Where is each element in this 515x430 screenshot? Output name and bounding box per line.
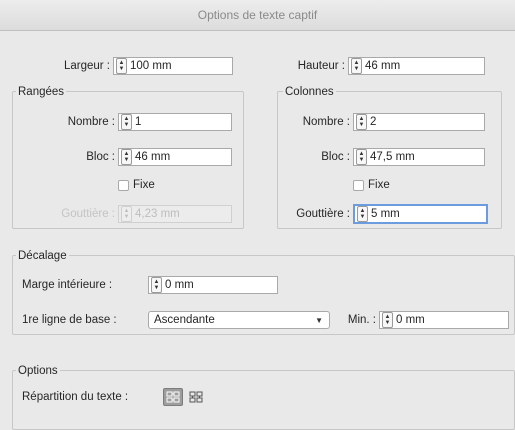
text-flow-by-rows-icon bbox=[166, 391, 180, 403]
stepper-icon[interactable]: ▲ ▼ bbox=[116, 58, 127, 74]
rows-block-field[interactable]: ▲ ▼ 46 mm bbox=[118, 148, 232, 166]
stepper-icon[interactable]: ▲ ▼ bbox=[356, 114, 367, 130]
rows-fixed-label: Fixe bbox=[133, 179, 155, 191]
width-field[interactable]: ▲ ▼ 100 mm bbox=[113, 57, 233, 75]
rows-block-label: Bloc : bbox=[86, 151, 115, 163]
stepper-icon[interactable]: ▲ ▼ bbox=[121, 206, 132, 222]
dialog-title: Options de texte captif bbox=[0, 0, 515, 31]
stepper-icon[interactable]: ▲ ▼ bbox=[121, 149, 132, 165]
stepper-icon[interactable]: ▲ ▼ bbox=[151, 277, 162, 293]
columns-title: Colonnes bbox=[283, 85, 336, 99]
stepper-icon[interactable]: ▲ ▼ bbox=[382, 312, 393, 328]
rows-number-field[interactable]: ▲ ▼ 1 bbox=[118, 113, 232, 131]
stepper-icon[interactable]: ▲ ▼ bbox=[121, 114, 132, 130]
columns-block-label: Bloc : bbox=[321, 151, 350, 163]
distribution-label: Répartition du texte : bbox=[22, 391, 129, 403]
columns-number-label: Nombre : bbox=[302, 116, 350, 128]
rows-fixed-checkbox[interactable] bbox=[118, 180, 129, 191]
columns-gutter-field[interactable]: ▲ ▼ 5 mm bbox=[353, 204, 488, 224]
chevron-down-icon: ▼ bbox=[315, 315, 323, 325]
text-flow-by-columns-icon bbox=[189, 391, 203, 403]
rows-gutter-field[interactable]: ▲ ▼ 4,23 mm bbox=[118, 205, 232, 223]
text-flow-by-columns-button[interactable] bbox=[186, 388, 206, 406]
rows-number-label: Nombre : bbox=[67, 116, 115, 128]
inner-margin-label: Marge intérieure : bbox=[22, 279, 113, 291]
columns-fixed-checkbox[interactable] bbox=[353, 180, 364, 191]
options-title: Options bbox=[16, 364, 60, 378]
columns-number-field[interactable]: ▲ ▼ 2 bbox=[353, 113, 485, 131]
columns-block-field[interactable]: ▲ ▼ 47,5 mm bbox=[353, 148, 485, 166]
text-flow-by-rows-button[interactable] bbox=[163, 388, 183, 406]
rows-gutter-label: Gouttière : bbox=[61, 208, 115, 220]
offset-title: Décalage bbox=[16, 249, 69, 263]
baseline-select[interactable]: Ascendante ▼ bbox=[148, 311, 330, 329]
height-label: Hauteur : bbox=[297, 60, 345, 72]
stepper-icon[interactable]: ▲ ▼ bbox=[351, 58, 362, 74]
stepper-icon[interactable]: ▲ ▼ bbox=[357, 206, 368, 222]
inner-margin-field[interactable]: ▲ ▼ 0 mm bbox=[148, 276, 278, 294]
columns-fixed-label: Fixe bbox=[368, 179, 390, 191]
width-label: Largeur : bbox=[63, 60, 110, 72]
min-label: Min. : bbox=[347, 314, 376, 326]
height-field[interactable]: ▲ ▼ 46 mm bbox=[348, 57, 485, 75]
columns-gutter-label: Gouttière : bbox=[296, 208, 350, 220]
rows-title: Rangées bbox=[16, 85, 67, 99]
stepper-icon[interactable]: ▲ ▼ bbox=[356, 149, 367, 165]
min-field[interactable]: ▲ ▼ 0 mm bbox=[379, 311, 509, 329]
baseline-label: 1re ligne de base : bbox=[22, 314, 117, 326]
